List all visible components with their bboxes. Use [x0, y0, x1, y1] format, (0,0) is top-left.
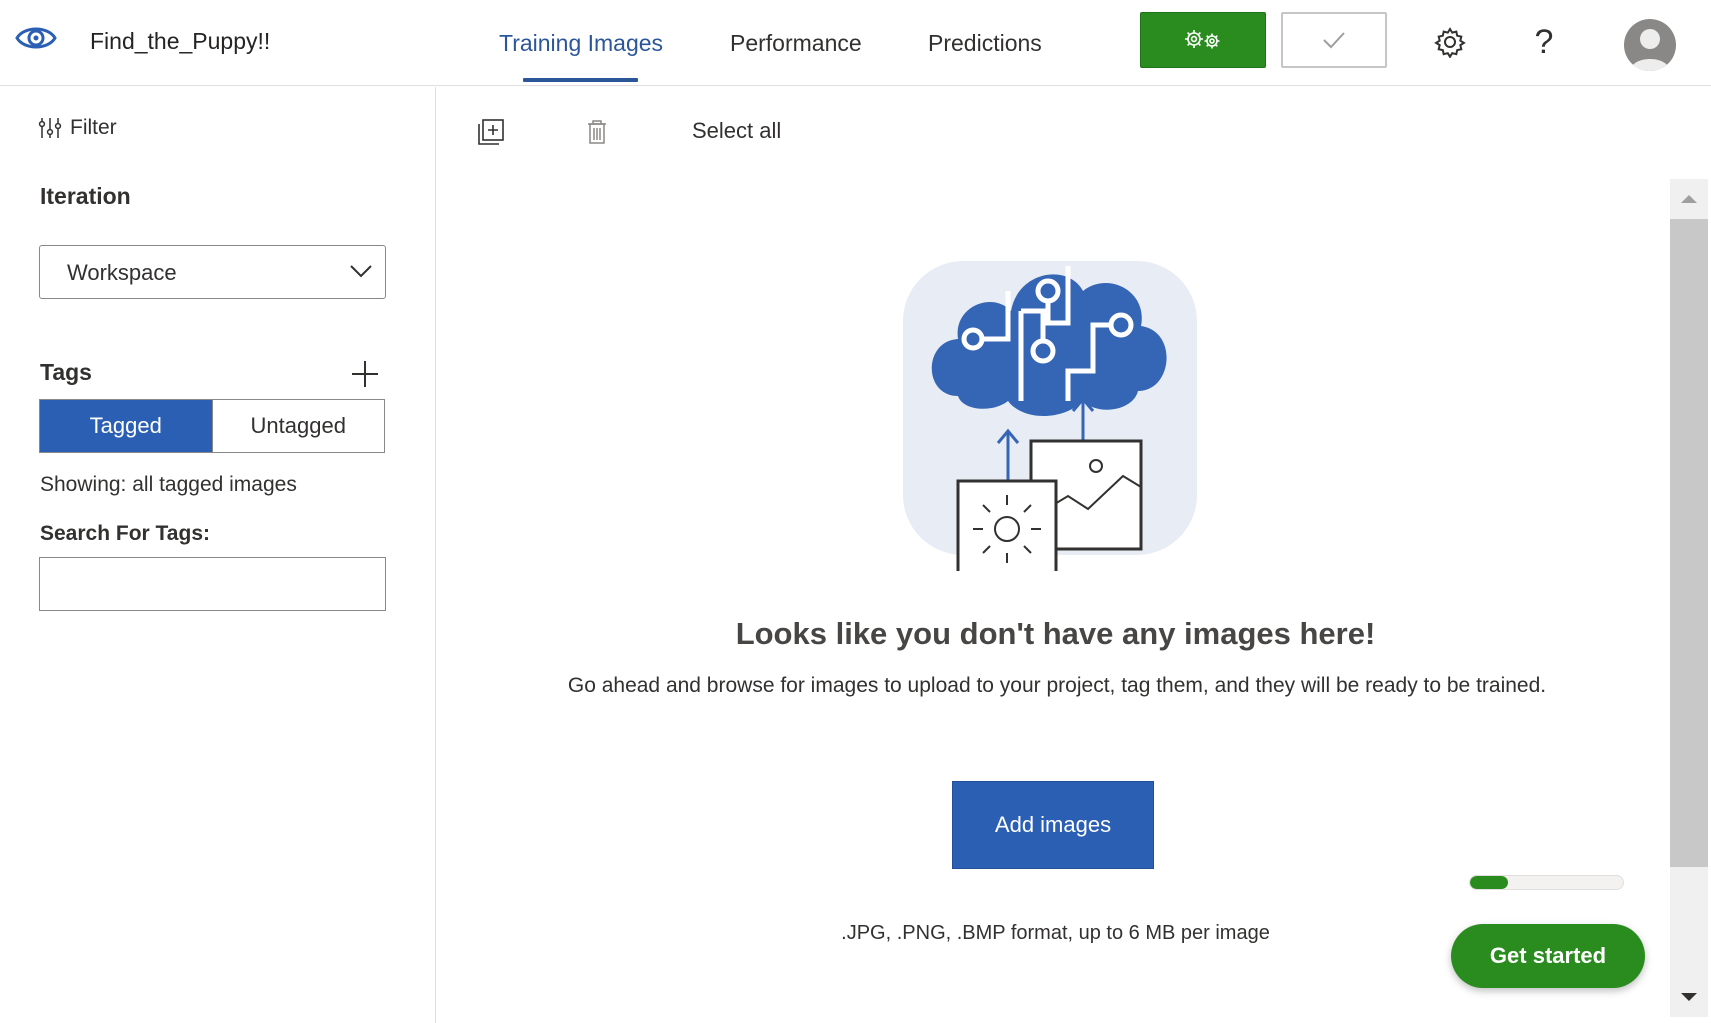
iteration-label: Iteration — [40, 183, 131, 209]
eye-icon[interactable] — [14, 20, 58, 56]
avatar-silhouette — [1630, 29, 1670, 71]
train-button[interactable] — [1140, 12, 1266, 68]
tab-training-images[interactable]: Training Images — [499, 30, 663, 57]
add-image-icon[interactable] — [476, 117, 506, 147]
main-content: Select all Looks like you don't have any… — [437, 87, 1711, 1023]
tab-predictions[interactable]: Predictions — [928, 30, 1042, 57]
vertical-scrollbar[interactable] — [1670, 179, 1708, 1017]
gear-icon[interactable] — [1434, 26, 1466, 58]
project-name[interactable]: Find_the_Puppy!! — [90, 28, 270, 55]
filter-sliders-icon — [38, 118, 62, 138]
showing-status: Showing: all tagged images — [40, 473, 297, 496]
scrollbar-thumb[interactable] — [1670, 219, 1708, 867]
add-tag-plus-icon[interactable] — [350, 359, 380, 389]
chevron-down-icon — [350, 265, 372, 278]
help-button[interactable]: ? — [1530, 24, 1558, 62]
tab-performance[interactable]: Performance — [730, 30, 862, 57]
filter-label: Filter — [70, 116, 117, 139]
delete-icon[interactable] — [582, 117, 612, 147]
select-all-button[interactable]: Select all — [692, 118, 781, 144]
checkmark-icon — [1323, 32, 1345, 49]
scroll-up-arrow-icon[interactable] — [1670, 179, 1708, 219]
gears-icon — [1185, 30, 1220, 49]
tag-filter-toggle: Tagged Untagged — [39, 399, 385, 453]
get-started-button[interactable]: Get started — [1451, 924, 1645, 988]
toggle-tagged[interactable]: Tagged — [40, 400, 212, 452]
empty-state-title: Looks like you don't have any images her… — [735, 616, 1376, 651]
onboarding-progress-fill — [1470, 876, 1509, 889]
filter-button[interactable]: Filter — [38, 116, 117, 140]
scroll-down-arrow-icon[interactable] — [1670, 977, 1708, 1017]
search-tags-label: Search For Tags: — [40, 522, 210, 545]
sidebar: Filter Iteration Workspace Tags Tagged U… — [0, 87, 436, 1023]
tags-label: Tags — [40, 359, 92, 385]
add-images-button[interactable]: Add images — [952, 781, 1154, 869]
onboarding-progress-bar — [1469, 875, 1624, 890]
search-tags-input[interactable] — [39, 557, 386, 611]
quick-test-button[interactable] — [1281, 12, 1387, 68]
iteration-dropdown[interactable]: Workspace — [39, 245, 386, 299]
toggle-untagged[interactable]: Untagged — [211, 400, 384, 452]
active-tab-indicator — [523, 78, 638, 82]
top-bar: Find_the_Puppy!! Training Images Perform… — [0, 0, 1711, 86]
upload-brain-cloud-illustration — [903, 261, 1197, 571]
user-avatar-icon[interactable] — [1624, 19, 1676, 71]
empty-state-description: Go ahead and browse for images to upload… — [567, 674, 1547, 697]
iteration-value: Workspace — [67, 260, 177, 285]
